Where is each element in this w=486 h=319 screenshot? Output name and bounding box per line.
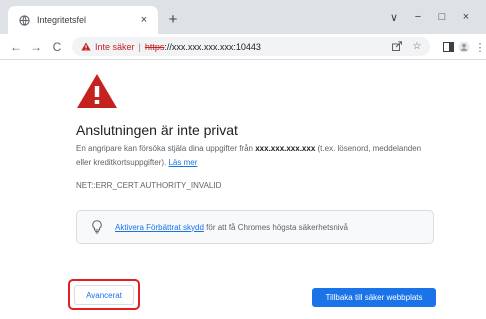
url-scheme: https — [144, 41, 165, 52]
omnibox-separator: | — [138, 41, 141, 52]
back-button[interactable]: ← — [7, 38, 25, 56]
advanced-button[interactable]: Avancerat — [74, 285, 134, 305]
forward-button[interactable]: → — [27, 38, 45, 56]
page-title: Anslutningen är inte privat — [76, 122, 238, 138]
minimize-button[interactable]: − — [408, 9, 428, 25]
share-icon[interactable] — [390, 39, 404, 53]
tab-title: Integritetsfel — [37, 15, 87, 25]
browser-window: Integritetsfel × + ∨ − □ × ← → C Inte sä… — [0, 0, 486, 319]
side-panel-icon[interactable] — [440, 38, 456, 56]
menu-icon[interactable]: ⋮ — [472, 38, 486, 56]
error-description: En angripare kan försöka stjäla dina upp… — [76, 142, 426, 170]
bookmark-star-icon[interactable]: ☆ — [410, 39, 424, 53]
enhanced-protection-suffix: för att få Chromes högsta säkerhetsnivå — [203, 222, 348, 232]
lightbulb-icon — [91, 220, 103, 234]
tab-strip: Integritetsfel × + ∨ − □ × — [0, 0, 486, 34]
profile-icon[interactable] — [456, 38, 472, 56]
tab-integritetsfel[interactable]: Integritetsfel × — [8, 6, 158, 34]
close-window-button[interactable]: × — [456, 9, 476, 25]
not-secure-label[interactable]: Inte säker — [95, 42, 135, 52]
reload-button[interactable]: C — [48, 38, 66, 56]
browser-toolbar: ← → C Inte säker | https://xxx.xxx.xxx.x… — [0, 34, 486, 60]
desc-text-1: En angripare kan försöka stjäla dina upp… — [76, 144, 256, 153]
address-bar[interactable]: Inte säker | https://xxx.xxx.xxx.xxx:104… — [72, 37, 430, 56]
tab-close-button[interactable]: × — [136, 12, 152, 28]
maximize-button[interactable]: □ — [432, 9, 452, 25]
error-code: NET::ERR_CERT AUTHORITY_INVALID — [76, 181, 222, 190]
enable-enhanced-protection-link[interactable]: Aktivera Förbättrat skydd — [115, 223, 204, 232]
back-to-safety-button[interactable]: Tillbaka till säker webbplats — [312, 288, 436, 307]
learn-more-link[interactable]: Läs mer — [168, 158, 197, 167]
tab-search-button[interactable]: ∨ — [384, 9, 404, 25]
enhanced-protection-text: Aktivera Förbättrat skydd för att få Chr… — [115, 223, 348, 232]
interstitial-page: Anslutningen är inte privat En angripare… — [0, 60, 486, 319]
new-tab-button[interactable]: + — [164, 10, 182, 28]
warning-triangle-icon — [81, 42, 91, 52]
desc-host: xxx.xxx.xxx.xxx — [255, 144, 316, 153]
url-host: ://xxx.xxx.xxx.xxx:10443 — [164, 41, 261, 52]
large-warning-icon — [76, 73, 118, 109]
enhanced-protection-box: Aktivera Förbättrat skydd för att få Chr… — [76, 210, 434, 244]
globe-icon — [18, 14, 30, 26]
